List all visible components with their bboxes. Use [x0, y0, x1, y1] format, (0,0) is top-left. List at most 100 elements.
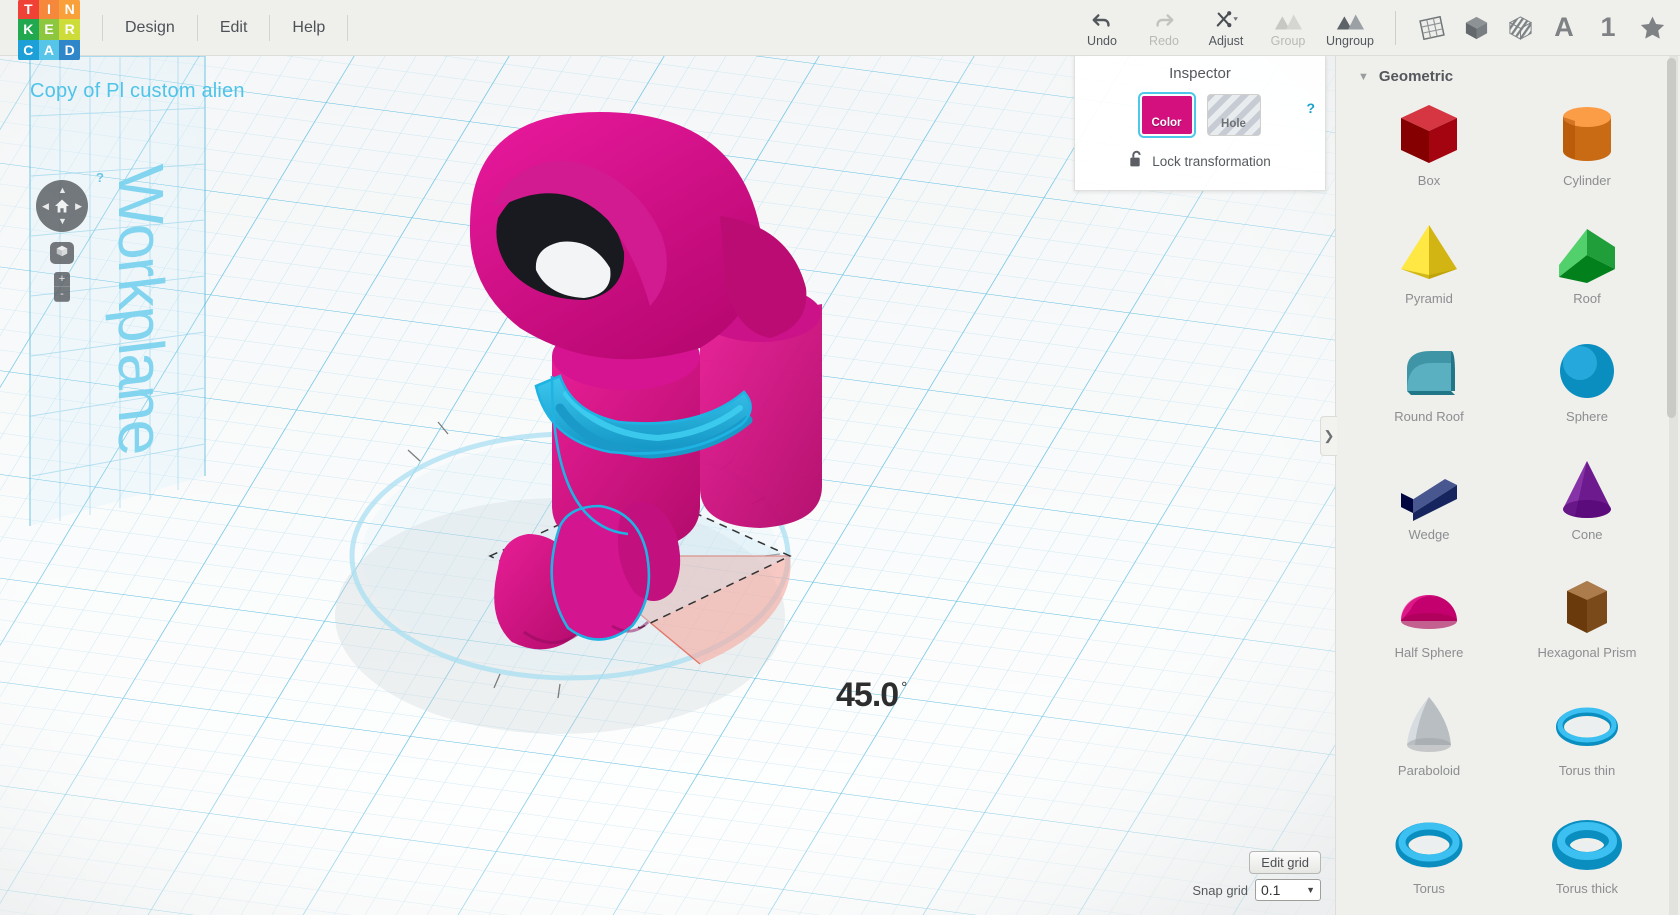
- shape-item-torus-thin[interactable]: Torus thin: [1508, 685, 1666, 797]
- menu-design[interactable]: Design: [102, 14, 198, 41]
- hole-swatch[interactable]: Hole: [1206, 94, 1261, 136]
- adjust-button[interactable]: Adjust: [1195, 0, 1257, 56]
- snap-grid-row: Snap grid 0.1 ▼: [1192, 879, 1321, 901]
- snap-grid-label: Snap grid: [1192, 882, 1248, 898]
- shape-item-sphere[interactable]: Sphere: [1508, 331, 1666, 443]
- logo-tile-i: I: [38, 0, 60, 20]
- solid-cube-icon[interactable]: [1454, 0, 1498, 56]
- cylinder-icon: [1549, 95, 1625, 175]
- shape-item-torus-thick[interactable]: Torus thick: [1508, 803, 1666, 915]
- ungroup-label: Ungroup: [1326, 34, 1374, 48]
- menu-edit[interactable]: Edit: [198, 14, 271, 41]
- zoom-controls[interactable]: + -: [54, 272, 70, 302]
- sidebar-scrollbar-track[interactable]: [1667, 56, 1678, 915]
- unlocked-padlock-icon: [1129, 150, 1144, 173]
- shape-item-half-sphere[interactable]: Half Sphere: [1350, 567, 1508, 679]
- shape-label: Half Sphere: [1394, 645, 1464, 660]
- hexprism-icon: [1549, 567, 1625, 647]
- zoom-in-button[interactable]: +: [54, 272, 70, 287]
- nav-left-arrow[interactable]: ◀: [42, 202, 49, 211]
- shape-label: Roof: [1573, 291, 1601, 306]
- rotation-angle-value: 45.0: [836, 676, 899, 714]
- shape-label: Torus thin: [1558, 763, 1616, 778]
- text-tool-icon[interactable]: A: [1542, 0, 1586, 56]
- ruler-tool-icon[interactable]: 1: [1586, 0, 1630, 56]
- shape-label: Torus thick: [1555, 881, 1619, 896]
- group-icon: [1273, 7, 1303, 31]
- shape-item-round-roof[interactable]: Round Roof: [1350, 331, 1508, 443]
- paraboloid-icon: [1391, 685, 1467, 765]
- shape-item-pyramid[interactable]: Pyramid: [1350, 213, 1508, 325]
- design-title[interactable]: Copy of Pl custom alien: [30, 80, 245, 103]
- shape-item-cylinder[interactable]: Cylinder: [1508, 95, 1666, 207]
- shape-item-wedge[interactable]: Wedge: [1350, 449, 1508, 561]
- roof-icon: [1549, 213, 1625, 293]
- shape-item-cone[interactable]: Cone: [1508, 449, 1666, 561]
- toolbar-divider: [1395, 10, 1396, 45]
- color-swatch[interactable]: Color: [1137, 92, 1196, 138]
- shape-label: Wedge: [1408, 527, 1450, 542]
- shape-label: Cylinder: [1563, 173, 1611, 188]
- lock-transformation-label: Lock transformation: [1152, 154, 1271, 169]
- logo-tile-c: C: [18, 39, 39, 61]
- pyramid-icon: [1391, 213, 1467, 293]
- redo-button[interactable]: Redo: [1133, 0, 1195, 56]
- menu-help[interactable]: Help: [270, 14, 349, 41]
- shape-label: Cone: [1571, 527, 1603, 542]
- shape-item-roof[interactable]: Roof: [1508, 213, 1666, 325]
- shape-label: Hexagonal Prism: [1537, 645, 1637, 660]
- logo-tile-d: D: [59, 39, 80, 61]
- zoom-out-button[interactable]: -: [54, 287, 70, 302]
- shape-item-paraboloid[interactable]: Paraboloid: [1350, 685, 1508, 797]
- undo-label: Undo: [1087, 34, 1117, 48]
- home-icon[interactable]: [54, 198, 70, 214]
- shape-label: Paraboloid: [1397, 763, 1461, 778]
- fit-view-button[interactable]: [50, 242, 74, 264]
- workplane-grid-icon[interactable]: [1410, 0, 1454, 56]
- workplane-help-icon[interactable]: ?: [96, 170, 104, 185]
- workplane-label: Workplane: [105, 161, 177, 458]
- hole-swatch-label: Hole: [1221, 118, 1246, 130]
- shape-label: Box: [1417, 173, 1441, 188]
- torusthick-icon: [1549, 803, 1625, 883]
- shape-item-torus[interactable]: Torus: [1350, 803, 1508, 915]
- hole-cube-icon[interactable]: [1498, 0, 1542, 56]
- nav-down-arrow[interactable]: ▼: [58, 217, 67, 226]
- logo-tile-k: K: [18, 19, 39, 40]
- inspector-swatches: Color Hole: [1075, 92, 1325, 138]
- redo-icon: [1153, 7, 1175, 31]
- chevron-down-icon: ▼: [1306, 885, 1315, 895]
- logo-tile-e: E: [38, 19, 60, 40]
- group-button[interactable]: Group: [1257, 0, 1319, 56]
- ungroup-button[interactable]: Ungroup: [1319, 0, 1381, 56]
- adjust-icon: [1213, 7, 1239, 31]
- nav-right-arrow[interactable]: ▶: [75, 202, 82, 211]
- snap-grid-select[interactable]: 0.1 ▼: [1255, 879, 1321, 901]
- logo-tile-r: R: [59, 19, 80, 40]
- view-navigation-pad[interactable]: ▲ ▼ ◀ ▶: [36, 180, 88, 232]
- shape-item-box[interactable]: Box: [1350, 95, 1508, 207]
- shape-item-hexagonal-prism[interactable]: Hexagonal Prism: [1508, 567, 1666, 679]
- favorites-star-icon[interactable]: [1630, 0, 1674, 56]
- shape-label: Sphere: [1566, 409, 1608, 424]
- collapse-panel-handle[interactable]: ❯: [1320, 416, 1337, 456]
- logo-tile-t: T: [18, 0, 39, 20]
- category-header[interactable]: ▼ Geometric: [1336, 56, 1680, 95]
- shapes-sidebar: ▼ Geometric Box Cylinder Pyramid Roof Ro…: [1335, 56, 1680, 915]
- torus-icon: [1391, 803, 1467, 883]
- roundroof-icon: [1391, 331, 1467, 411]
- chevron-down-icon[interactable]: ▼: [1358, 71, 1369, 83]
- shape-label: Pyramid: [1405, 291, 1453, 306]
- edit-grid-button[interactable]: Edit grid: [1249, 851, 1321, 874]
- sidebar-scrollbar-thumb[interactable]: [1667, 58, 1676, 418]
- inspector-help-icon[interactable]: ?: [1306, 100, 1315, 116]
- sphere-icon: [1549, 331, 1625, 411]
- lock-transformation-row[interactable]: Lock transformation: [1075, 150, 1325, 173]
- shape-grid: Box Cylinder Pyramid Roof Round Roof Sph…: [1336, 95, 1680, 915]
- tinkercad-logo[interactable]: TINKERCAD: [18, 0, 80, 61]
- rotation-angle-readout: 45.0 °: [836, 676, 907, 715]
- color-swatch-label: Color: [1151, 117, 1182, 129]
- redo-label: Redo: [1149, 34, 1179, 48]
- nav-up-arrow[interactable]: ▲: [58, 186, 67, 195]
- undo-button[interactable]: Undo: [1071, 0, 1133, 56]
